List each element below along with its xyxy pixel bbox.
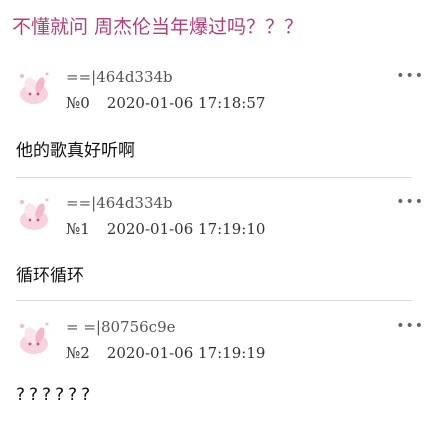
post-content: 他的歌真好听啊: [16, 141, 135, 161]
more-icon[interactable]: •••: [396, 194, 424, 210]
floor-info: №2 2020-01-06 17:19:19: [66, 344, 265, 362]
more-icon[interactable]: •••: [396, 68, 424, 84]
post-content: 循环循环: [16, 266, 84, 286]
floor-number: №1: [66, 220, 90, 238]
divider: [16, 300, 412, 301]
floor-number: №0: [66, 94, 90, 112]
floor-number: №2: [66, 344, 90, 362]
more-icon[interactable]: •••: [396, 318, 424, 334]
post-time: 2020-01-06 17:18:57: [106, 94, 266, 112]
user-id[interactable]: ==|464d334b: [66, 194, 173, 212]
post-time: 2020-01-06 17:19:10: [106, 220, 266, 238]
floor-info: №1 2020-01-06 17:19:10: [66, 220, 265, 238]
avatar[interactable]: [14, 68, 54, 108]
user-id[interactable]: = =|80756c9e: [66, 318, 176, 336]
avatar[interactable]: [14, 194, 54, 234]
thread-title: 不懂就问 周杰伦当年爆过吗？？？: [12, 16, 304, 38]
avatar[interactable]: [14, 318, 54, 358]
floor-info: №0 2020-01-06 17:18:57: [66, 94, 265, 112]
post-content: ??????: [16, 385, 95, 405]
post-time: 2020-01-06 17:19:19: [106, 344, 266, 362]
divider: [16, 177, 412, 178]
user-id[interactable]: ==|464d334b: [66, 68, 173, 86]
